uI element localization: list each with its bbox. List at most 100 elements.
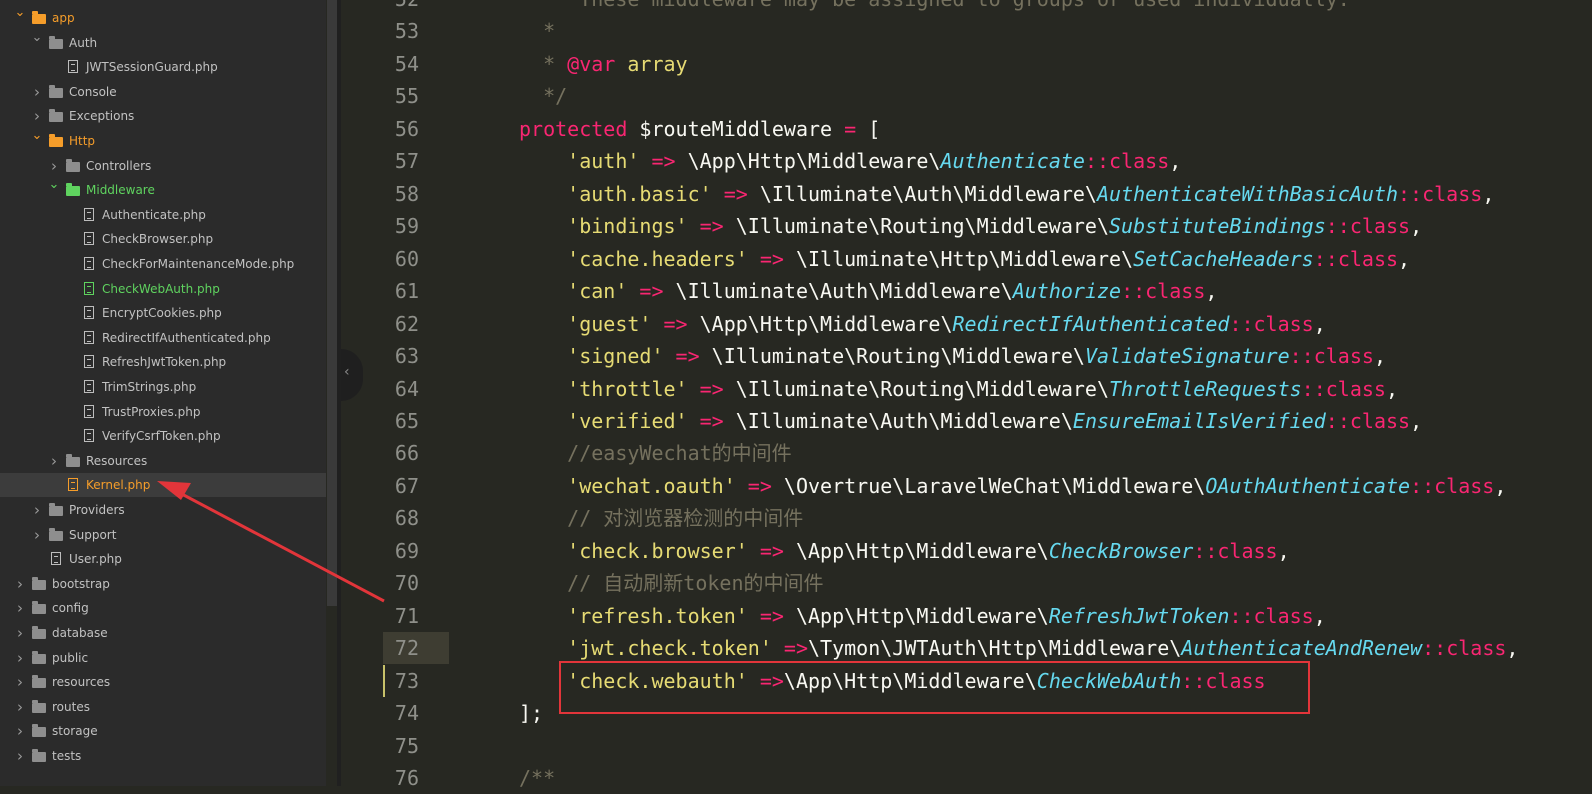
code-line[interactable]: /** bbox=[519, 762, 555, 794]
code-line[interactable]: 'signed' => \Illuminate\Routing\Middlewa… bbox=[519, 340, 1386, 372]
tree-file-refreshjwttoken-php[interactable]: RefreshJwtToken.php bbox=[0, 350, 326, 374]
chevron-down-icon[interactable]: ⌄ bbox=[31, 124, 43, 148]
chevron-down-icon[interactable]: ⌄ bbox=[48, 173, 60, 197]
code-token: ::class bbox=[1410, 473, 1495, 498]
tree-folder-resources[interactable]: › Resources bbox=[0, 449, 326, 473]
code-line[interactable]: 'auth' => \App\Http\Middleware\Authentic… bbox=[519, 145, 1181, 177]
folder-open-icon bbox=[49, 134, 63, 148]
tree-item-label: RefreshJwtToken.php bbox=[102, 355, 227, 370]
tree-file-encryptcookies-php[interactable]: EncryptCookies.php bbox=[0, 301, 326, 325]
tree-folder-auth[interactable]: ⌄ Auth bbox=[0, 30, 326, 55]
line-number: 74 bbox=[394, 701, 419, 726]
code-line[interactable]: 'verified' => \Illuminate\Auth\Middlewar… bbox=[519, 405, 1422, 437]
file-icon bbox=[82, 429, 96, 443]
tree-folder-bootstrap[interactable]: › bootstrap bbox=[0, 572, 326, 596]
tree-folder-middleware[interactable]: ⌄ Middleware bbox=[0, 177, 326, 202]
chevron-down-icon[interactable]: ⌄ bbox=[14, 1, 26, 25]
code-line[interactable]: * @var array bbox=[519, 48, 688, 80]
chevron-right-icon[interactable]: › bbox=[31, 80, 43, 104]
tree-file-checkformaintenancemode-php[interactable]: CheckForMaintenanceMode.php bbox=[0, 252, 326, 276]
code-token: => bbox=[747, 538, 784, 563]
chevron-right-icon[interactable]: › bbox=[14, 719, 26, 743]
tree-item-label: database bbox=[52, 626, 108, 640]
tree-folder-exceptions[interactable]: › Exceptions bbox=[0, 104, 326, 128]
chevron-right-icon[interactable]: › bbox=[31, 498, 43, 522]
code-line[interactable]: 'jwt.check.token' =>\Tymon\JWTAuth\Http\… bbox=[519, 632, 1518, 664]
code-token: 'signed' bbox=[519, 344, 664, 369]
code-line[interactable]: 'guest' => \App\Http\Middleware\Redirect… bbox=[519, 308, 1326, 340]
code-line[interactable]: */ bbox=[519, 80, 567, 112]
tree-folder-storage[interactable]: › storage bbox=[0, 719, 326, 743]
tree-folder-http[interactable]: ⌄ Http bbox=[0, 128, 326, 153]
code-line[interactable]: 'auth.basic' => \Illuminate\Auth\Middlew… bbox=[519, 178, 1494, 210]
code-line[interactable]: 'wechat.oauth' => \Overtrue\LaravelWeCha… bbox=[519, 470, 1506, 502]
tree-item-label: storage bbox=[52, 724, 98, 739]
line-number: 52 bbox=[341, 0, 419, 15]
code-line[interactable]: 'throttle' => \Illuminate\Routing\Middle… bbox=[519, 373, 1398, 405]
tree-folder-app[interactable]: ⌄ app bbox=[0, 5, 326, 30]
code-token: ::class bbox=[1229, 311, 1314, 336]
line-number: 70 bbox=[394, 571, 419, 596]
tree-item-label: Exceptions bbox=[69, 109, 135, 124]
tree-folder-routes[interactable]: › routes bbox=[0, 695, 326, 719]
chevron-right-icon[interactable]: › bbox=[14, 695, 26, 719]
code-token: => bbox=[663, 344, 700, 369]
chevron-right-icon[interactable]: › bbox=[14, 744, 26, 768]
code-line[interactable]: These middleware may be assigned to grou… bbox=[519, 0, 1350, 15]
tree-folder-tests[interactable]: › tests bbox=[0, 744, 326, 768]
tree-folder-support[interactable]: › Support bbox=[0, 523, 326, 547]
tree-folder-config[interactable]: › config bbox=[0, 596, 326, 620]
tree-file-checkbrowser-php[interactable]: CheckBrowser.php bbox=[0, 227, 326, 251]
code-token: => bbox=[711, 181, 748, 206]
code-line[interactable]: 'cache.headers' => \Illuminate\Http\Midd… bbox=[519, 243, 1410, 275]
tree-file-kernel-php[interactable]: Kernel.php bbox=[0, 473, 326, 498]
chevron-right-icon[interactable]: › bbox=[14, 572, 26, 596]
code-token: \Illuminate\Http\Middleware\ bbox=[783, 246, 1134, 271]
tree-file-verifycsrftoken-php[interactable]: VerifyCsrfToken.php bbox=[0, 424, 326, 448]
code-line[interactable]: * bbox=[519, 15, 555, 47]
code-line[interactable]: 'check.browser' => \App\Http\Middleware\… bbox=[519, 535, 1290, 567]
code-line[interactable]: 'check.webauth' =>\App\Http\Middleware\C… bbox=[519, 665, 1265, 697]
tree-file-checkwebauth-php[interactable]: CheckWebAuth.php bbox=[0, 277, 326, 301]
chevron-right-icon[interactable]: › bbox=[48, 449, 60, 473]
line-number: 56 bbox=[394, 116, 419, 141]
code-line[interactable]: 'refresh.token' => \App\Http\Middleware\… bbox=[519, 600, 1326, 632]
tree-folder-providers[interactable]: › Providers bbox=[0, 498, 326, 522]
code-token: protected bbox=[519, 116, 628, 141]
tree-folder-console[interactable]: › Console bbox=[0, 80, 326, 104]
code-token: 'jwt.check.token' bbox=[519, 636, 772, 661]
code-token: \App\Http\Middleware\ bbox=[783, 603, 1049, 628]
tree-item-label: Controllers bbox=[86, 158, 152, 173]
code-line[interactable]: protected $routeMiddleware = [ bbox=[519, 113, 880, 145]
chevron-right-icon[interactable]: › bbox=[14, 670, 26, 694]
chevron-right-icon[interactable]: › bbox=[14, 646, 26, 670]
code-line[interactable]: //easyWechat的中间件 bbox=[519, 437, 792, 469]
code-line[interactable]: 'can' => \Illuminate\Auth\Middleware\Aut… bbox=[519, 275, 1217, 307]
tree-file-authenticate-php[interactable]: Authenticate.php bbox=[0, 203, 326, 227]
code-token: \App\Http\Middleware\ bbox=[687, 311, 953, 336]
tree-file-trimstrings-php[interactable]: TrimStrings.php bbox=[0, 375, 326, 399]
sidebar-scrollbar[interactable] bbox=[327, 0, 337, 606]
tree-item-label: TrimStrings.php bbox=[102, 380, 197, 394]
tree-folder-resources[interactable]: › resources bbox=[0, 670, 326, 694]
tree-file-jwtsessionguard-php[interactable]: JWTSessionGuard.php bbox=[0, 55, 326, 79]
code-token: CheckWebAuth bbox=[1036, 668, 1182, 693]
chevron-right-icon[interactable]: › bbox=[14, 621, 26, 645]
code-token: These middleware may be assigned to grou… bbox=[519, 0, 1350, 11]
tree-folder-database[interactable]: › database bbox=[0, 621, 326, 645]
code-line[interactable]: 'bindings' => \Illuminate\Routing\Middle… bbox=[519, 210, 1422, 242]
chevron-down-icon[interactable]: ⌄ bbox=[31, 26, 43, 50]
file-icon bbox=[82, 232, 96, 246]
code-token: * bbox=[519, 51, 568, 76]
chevron-right-icon[interactable]: › bbox=[31, 523, 43, 547]
code-line[interactable]: // 对浏览器检测的中间件 bbox=[519, 502, 803, 534]
tree-file-user-php[interactable]: User.php bbox=[0, 547, 326, 571]
tree-file-trustproxies-php[interactable]: TrustProxies.php bbox=[0, 400, 326, 424]
chevron-right-icon[interactable]: › bbox=[14, 596, 26, 620]
code-token: , bbox=[1506, 636, 1519, 661]
code-line[interactable]: ]; bbox=[519, 697, 543, 729]
tree-file-redirectifauthenticated-php[interactable]: RedirectIfAuthenticated.php bbox=[0, 326, 326, 350]
code-token: \Overtrue\LaravelWeChat\Middleware\ bbox=[771, 473, 1206, 498]
tree-folder-public[interactable]: › public bbox=[0, 646, 326, 670]
code-line[interactable]: // 自动刷新token的中间件 bbox=[519, 567, 823, 599]
